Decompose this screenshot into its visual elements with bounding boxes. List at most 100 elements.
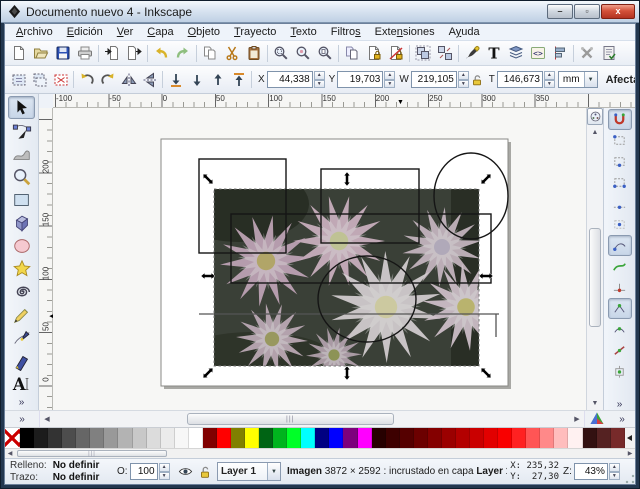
y-coordinate-spinner[interactable]: ▲ ▼ — [384, 71, 396, 88]
redo-button[interactable] — [172, 43, 194, 64]
snap-cusp-nodes-button[interactable] — [607, 298, 632, 319]
color-swatch[interactable] — [90, 428, 105, 448]
color-swatch[interactable] — [484, 428, 499, 448]
canvas-viewport[interactable] — [53, 108, 586, 410]
window-resize-grip[interactable] — [625, 474, 635, 484]
color-swatch[interactable] — [104, 428, 119, 448]
inkscape-preferences-button[interactable] — [576, 43, 598, 64]
bezier-pen-tool-button[interactable] — [8, 326, 35, 349]
text-dialog-button[interactable]: T — [483, 43, 505, 64]
snap-smooth-nodes-button[interactable] — [608, 319, 632, 340]
color-swatch[interactable] — [174, 428, 189, 448]
color-swatch[interactable] — [20, 428, 35, 448]
color-swatch[interactable] — [118, 428, 133, 448]
zoom-to-drawing-button[interactable] — [292, 43, 314, 64]
opacity-control[interactable]: O: 100 ▲ ▼ — [117, 463, 175, 480]
snap-bbox-corners-button[interactable] — [608, 172, 632, 193]
minimize-button[interactable]: – — [547, 4, 573, 19]
deselect-button[interactable] — [50, 69, 71, 90]
paste-button[interactable] — [243, 43, 265, 64]
color-swatch[interactable] — [315, 428, 330, 448]
color-swatch[interactable] — [498, 428, 513, 448]
color-swatch[interactable] — [413, 428, 428, 448]
snap-bounding-box-button[interactable] — [608, 130, 632, 151]
menu-extensiones[interactable]: Extensiones — [368, 25, 442, 39]
flip-vertical-button[interactable] — [139, 69, 160, 90]
raise-one-step-button[interactable] — [207, 69, 228, 90]
palette-scrollbar[interactable]: ◀ ||| ▶ — [5, 448, 635, 458]
height-spinner[interactable]: ▲ ▼ — [543, 71, 555, 88]
vertical-scrollbar[interactable]: ▲ ▼ — [587, 125, 603, 410]
swatch-none[interactable] — [5, 428, 20, 448]
zoom-control[interactable]: Z: 43% ▲ ▼ — [563, 463, 625, 480]
import-image-button[interactable] — [101, 43, 123, 64]
menu-archivo[interactable]: Archivo — [9, 25, 60, 39]
color-swatch[interactable] — [202, 428, 217, 448]
new-document-button[interactable] — [8, 43, 30, 64]
snap-line-midpoints-button[interactable] — [608, 340, 632, 361]
color-swatch[interactable] — [259, 428, 274, 448]
snap-path-intersections-button[interactable] — [608, 277, 632, 298]
zoom-to-selection-button[interactable] — [270, 43, 292, 64]
embedded-photo[interactable] — [169, 166, 510, 384]
print-document-button[interactable] — [74, 43, 96, 64]
color-swatch[interactable] — [540, 428, 555, 448]
snapbar-overflow-chevron[interactable]: » — [614, 399, 626, 410]
xml-editor-button[interactable]: <> — [527, 43, 549, 64]
color-swatch[interactable] — [34, 428, 49, 448]
vertical-scroll-thumb[interactable] — [589, 227, 601, 328]
snapbar-overflow-chevron[interactable]: » — [609, 411, 635, 427]
color-swatch[interactable] — [62, 428, 77, 448]
color-swatch[interactable] — [371, 428, 386, 448]
color-swatch[interactable] — [329, 428, 344, 448]
palette-scroll-right-arrow[interactable]: ▶ — [625, 449, 635, 458]
title-bar[interactable]: Documento nuevo 4 - Inkscape – ▫ x — [1, 1, 639, 23]
scroll-down-arrow[interactable]: ▼ — [587, 396, 603, 410]
box-3d-tool-button[interactable] — [8, 211, 35, 234]
color-swatch[interactable] — [48, 428, 63, 448]
menu-edición[interactable]: Edición — [60, 25, 110, 39]
unit-dropdown[interactable]: mm ▼ — [557, 71, 598, 88]
menu-capa[interactable]: Capa — [140, 25, 180, 39]
color-swatch[interactable] — [455, 428, 470, 448]
save-document-button[interactable] — [52, 43, 74, 64]
snap-object-centers-button[interactable] — [608, 361, 632, 382]
color-swatch[interactable] — [357, 428, 372, 448]
zoom-field[interactable]: 43% — [573, 463, 608, 480]
calligraphy-tool-button[interactable] — [8, 349, 35, 372]
layer-dropdown-arrow-icon[interactable]: ▼ — [267, 463, 280, 480]
color-swatch[interactable] — [160, 428, 175, 448]
width-spinner[interactable]: ▲ ▼ — [457, 71, 469, 88]
palette-more-arrow[interactable] — [624, 428, 635, 448]
menu-filtros[interactable]: Filtros — [324, 25, 368, 39]
snap-nodes-button[interactable] — [607, 235, 632, 256]
palette-scroll-thumb[interactable]: ||| — [17, 450, 167, 457]
selector-tool-button[interactable] — [8, 96, 35, 119]
scroll-right-arrow[interactable]: ▶ — [570, 411, 584, 427]
color-swatch[interactable] — [441, 428, 456, 448]
palette-scroll-left-arrow[interactable]: ◀ — [5, 449, 15, 458]
raise-to-top-button[interactable] — [228, 69, 249, 90]
color-swatch[interactable] — [512, 428, 527, 448]
snap-enable-button[interactable] — [607, 109, 632, 130]
layer-lock-toggle[interactable] — [195, 465, 215, 479]
color-swatch[interactable] — [526, 428, 541, 448]
width-field[interactable]: 219,105 — [410, 71, 457, 88]
export-bitmap-button[interactable] — [123, 43, 145, 64]
rectangle-tool-button[interactable] — [8, 188, 35, 211]
scroll-left-arrow[interactable]: ◀ — [40, 411, 54, 427]
color-swatch[interactable] — [146, 428, 161, 448]
current-layer-dropdown[interactable]: Layer 1 ▼ — [217, 462, 281, 481]
menu-texto[interactable]: Texto — [283, 25, 323, 39]
color-wheel-button[interactable] — [585, 411, 609, 427]
color-swatch[interactable] — [230, 428, 245, 448]
menu-ayuda[interactable]: Ayuda — [442, 25, 487, 39]
snap-bbox-edge-midpoints-button[interactable] — [608, 193, 632, 214]
rotate-90-ccw-button[interactable] — [76, 69, 97, 90]
x-coordinate-spinner[interactable]: ▲ ▼ — [313, 71, 325, 88]
zoom-to-page-button[interactable] — [314, 43, 336, 64]
tweak-tool-button[interactable] — [8, 142, 35, 165]
toolbox-overflow-chevron[interactable]: » — [16, 397, 28, 410]
select-all-button[interactable] — [8, 69, 29, 90]
ellipse-tool-button[interactable] — [8, 234, 35, 257]
